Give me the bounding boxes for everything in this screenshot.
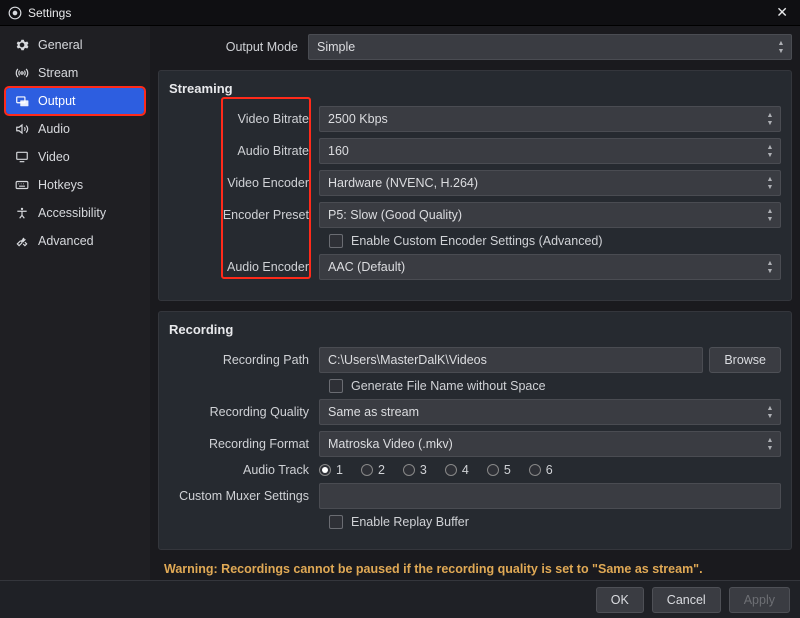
antenna-icon	[14, 66, 30, 80]
chevron-updown-icon: ▲▼	[763, 205, 777, 225]
output-mode-label: Output Mode	[158, 40, 308, 54]
audio-encoder-value: AAC (Default)	[328, 260, 405, 274]
titlebar: Settings ✕	[0, 0, 800, 26]
gen-filename-checkbox[interactable]	[329, 379, 343, 393]
custom-encoder-checkbox[interactable]	[329, 234, 343, 248]
encoder-preset-value: P5: Slow (Good Quality)	[328, 208, 462, 222]
streaming-section: Streaming Video Bitrate 2500 Kbps ▲▼ Aud…	[158, 70, 792, 301]
audio-encoder-label: Audio Encoder	[169, 260, 319, 274]
chevron-updown-icon: ▲▼	[763, 257, 777, 277]
chevron-updown-icon: ▲▼	[763, 434, 777, 454]
content-pane: Output Mode Simple ▲▼ Streaming Video Bi…	[150, 26, 800, 580]
sidebar-item-label: Stream	[38, 66, 78, 80]
sidebar-item-label: General	[38, 38, 82, 52]
video-bitrate-value: 2500 Kbps	[328, 112, 388, 126]
replay-buffer-label: Enable Replay Buffer	[351, 515, 469, 529]
encoder-preset-select[interactable]: P5: Slow (Good Quality) ▲▼	[319, 202, 781, 228]
gear-icon	[14, 38, 30, 52]
chevron-updown-icon: ▲▼	[763, 402, 777, 422]
chevron-updown-icon: ▲▼	[774, 37, 788, 57]
encoder-preset-label: Encoder Preset	[169, 208, 319, 222]
audio-bitrate-select[interactable]: 160 ▲▼	[319, 138, 781, 164]
chevron-updown-icon: ▲▼	[763, 141, 777, 161]
muxer-input[interactable]	[319, 483, 781, 509]
video-encoder-label: Video Encoder	[169, 176, 319, 190]
audio-track-radio-3[interactable]	[403, 464, 415, 476]
apply-button[interactable]: Apply	[729, 587, 790, 613]
recording-format-value: Matroska Video (.mkv)	[328, 437, 453, 451]
streaming-title: Streaming	[169, 81, 781, 96]
output-mode-select[interactable]: Simple ▲▼	[308, 34, 792, 60]
audio-encoder-select[interactable]: AAC (Default) ▲▼	[319, 254, 781, 280]
replay-buffer-checkbox[interactable]	[329, 515, 343, 529]
recording-path-value: C:\Users\MasterDalK\Videos	[328, 353, 487, 367]
recording-title: Recording	[169, 322, 781, 337]
recording-path-input[interactable]: C:\Users\MasterDalK\Videos	[319, 347, 703, 373]
audio-track-radio-2[interactable]	[361, 464, 373, 476]
window-title: Settings	[28, 6, 71, 20]
sidebar-item-general[interactable]: General	[6, 32, 144, 58]
video-encoder-select[interactable]: Hardware (NVENC, H.264) ▲▼	[319, 170, 781, 196]
close-button[interactable]: ✕	[770, 2, 794, 23]
video-bitrate-input[interactable]: 2500 Kbps ▲▼	[319, 106, 781, 132]
tools-icon	[14, 234, 30, 248]
audio-bitrate-label: Audio Bitrate	[169, 144, 319, 158]
sidebar-item-output[interactable]: Output	[6, 88, 144, 114]
spinner-icon: ▲▼	[763, 109, 777, 129]
recording-quality-label: Recording Quality	[169, 405, 319, 419]
speaker-icon	[14, 122, 30, 136]
recording-quality-select[interactable]: Same as stream ▲▼	[319, 399, 781, 425]
browse-button[interactable]: Browse	[709, 347, 781, 373]
sidebar-item-video[interactable]: Video	[6, 144, 144, 170]
video-bitrate-label: Video Bitrate	[169, 112, 319, 126]
sidebar-item-stream[interactable]: Stream	[6, 60, 144, 86]
recording-quality-value: Same as stream	[328, 405, 419, 419]
audio-track-radio-6[interactable]	[529, 464, 541, 476]
accessibility-icon	[14, 206, 30, 220]
video-encoder-value: Hardware (NVENC, H.264)	[328, 176, 478, 190]
footer: OK Cancel Apply	[0, 580, 800, 618]
sidebar-item-label: Output	[38, 94, 76, 108]
sidebar-item-label: Audio	[38, 122, 70, 136]
muxer-label: Custom Muxer Settings	[169, 489, 319, 503]
audio-bitrate-value: 160	[328, 144, 349, 158]
sidebar: General Stream Output Audio Video Hotkey…	[0, 26, 150, 580]
ok-button[interactable]: OK	[596, 587, 644, 613]
sidebar-item-label: Video	[38, 150, 70, 164]
recording-path-label: Recording Path	[169, 353, 319, 367]
recording-format-select[interactable]: Matroska Video (.mkv) ▲▼	[319, 431, 781, 457]
sidebar-item-hotkeys[interactable]: Hotkeys	[6, 172, 144, 198]
sidebar-item-label: Hotkeys	[38, 178, 83, 192]
audio-track-radio-1[interactable]	[319, 464, 331, 476]
cancel-button[interactable]: Cancel	[652, 587, 721, 613]
chevron-updown-icon: ▲▼	[763, 173, 777, 193]
warning-text: Warning: Recordings cannot be paused if …	[158, 550, 792, 580]
sidebar-item-advanced[interactable]: Advanced	[6, 228, 144, 254]
sidebar-item-accessibility[interactable]: Accessibility	[6, 200, 144, 226]
recording-section: Recording Recording Path C:\Users\Master…	[158, 311, 792, 550]
keyboard-icon	[14, 178, 30, 192]
app-icon	[8, 6, 22, 20]
sidebar-item-label: Accessibility	[38, 206, 106, 220]
audio-track-radios: 1 2 3 4 5 6	[319, 463, 553, 477]
audio-track-radio-5[interactable]	[487, 464, 499, 476]
custom-encoder-label: Enable Custom Encoder Settings (Advanced…	[351, 234, 603, 248]
audio-track-radio-4[interactable]	[445, 464, 457, 476]
output-mode-value: Simple	[317, 40, 355, 54]
audio-track-label: Audio Track	[169, 463, 319, 477]
gen-filename-label: Generate File Name without Space	[351, 379, 546, 393]
sidebar-item-label: Advanced	[38, 234, 94, 248]
monitor-icon	[14, 150, 30, 164]
sidebar-item-audio[interactable]: Audio	[6, 116, 144, 142]
output-icon	[14, 94, 30, 108]
recording-format-label: Recording Format	[169, 437, 319, 451]
